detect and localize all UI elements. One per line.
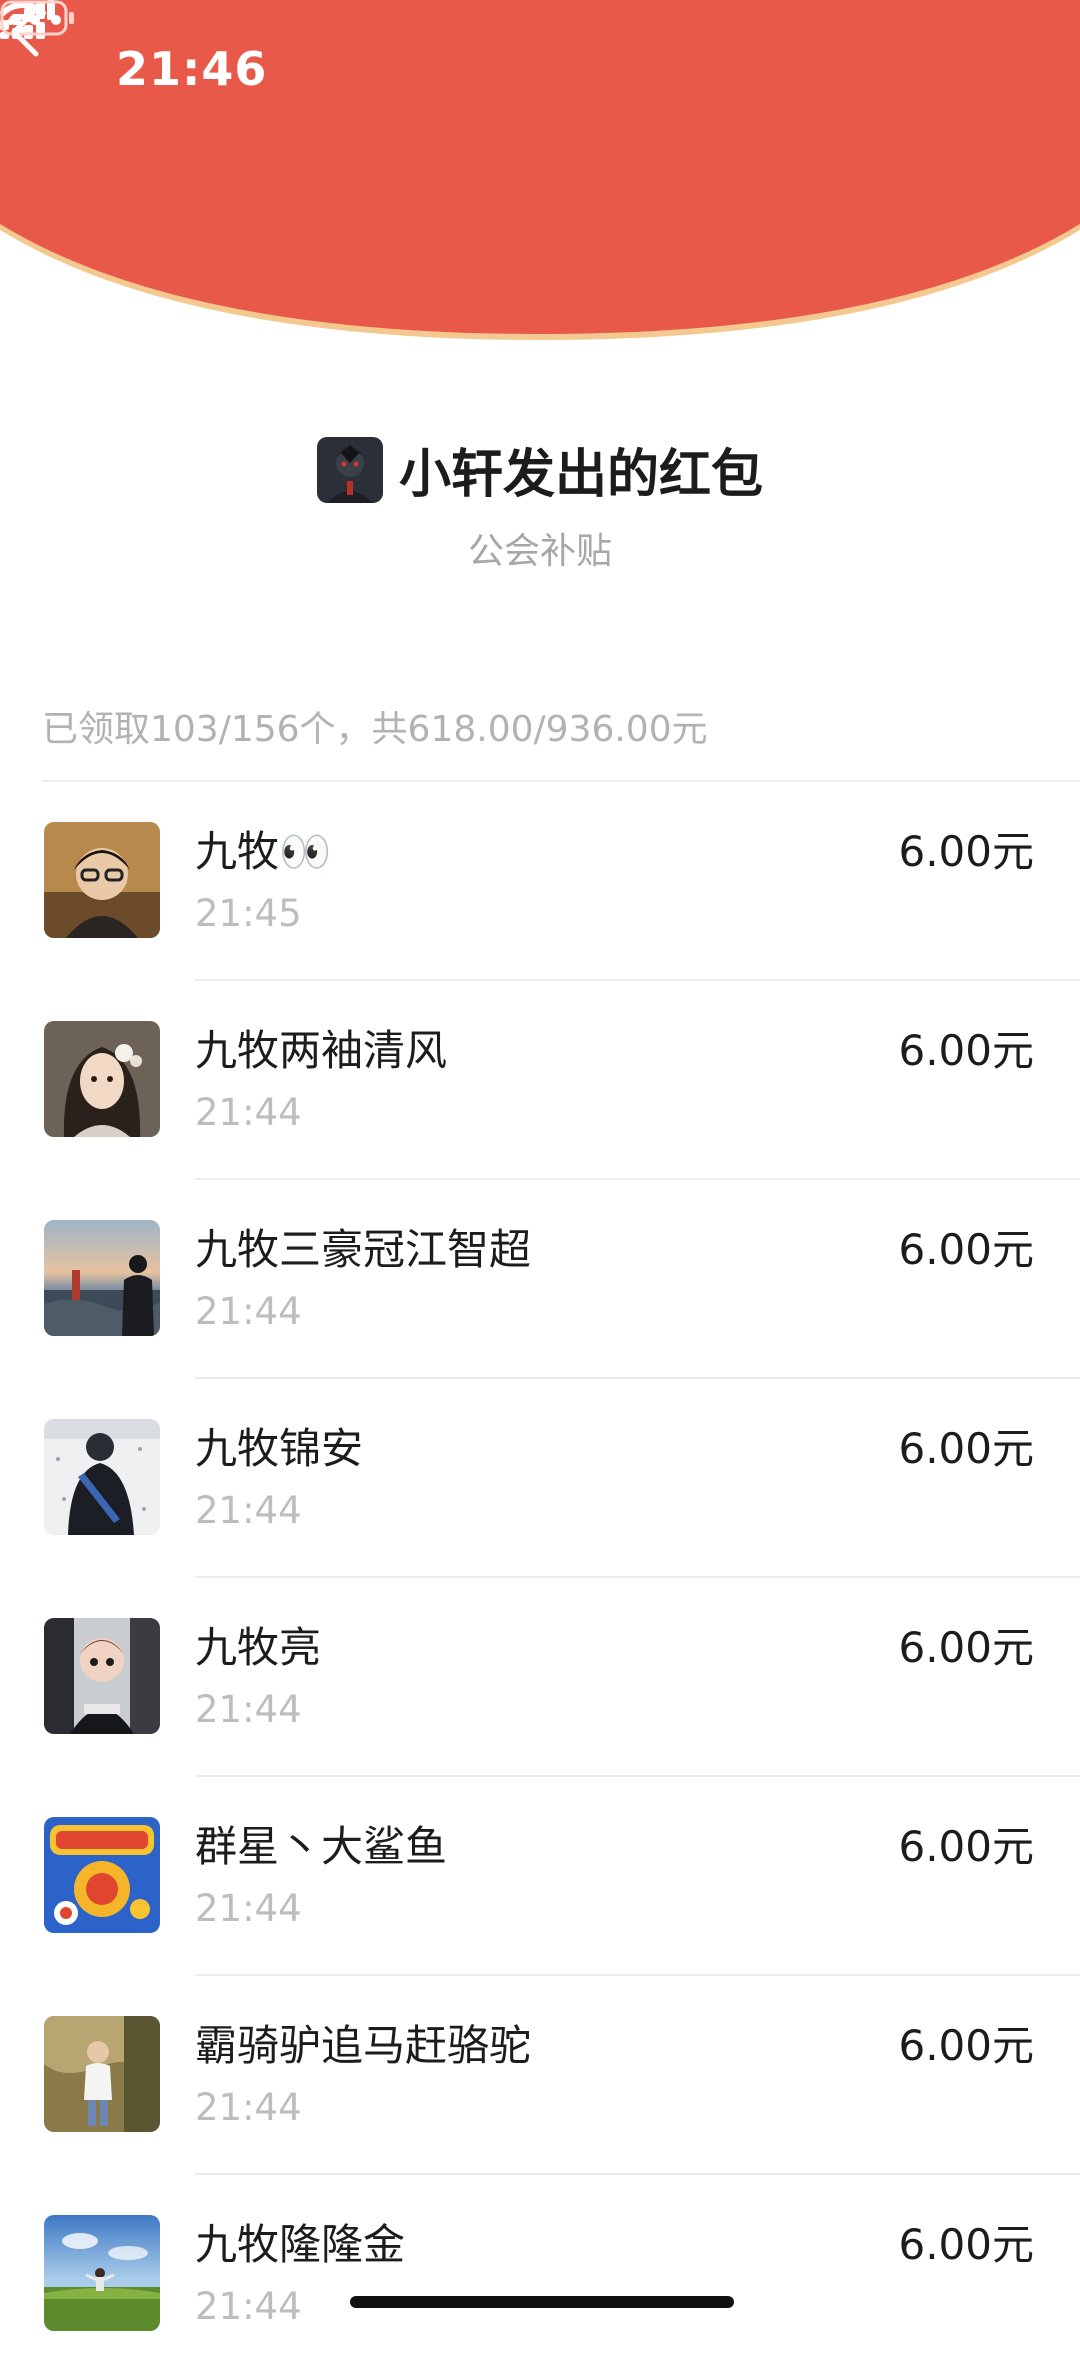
claim-amount: 6.00元 [898,1026,1034,1075]
list-item[interactable]: 九牧隆隆金 21:44 6.00元 [0,2175,1080,2374]
list-item[interactable]: 九牧👀 21:45 6.00元 [0,782,1080,981]
list-item[interactable]: 九牧三豪冠江智超 21:44 6.00元 [0,1180,1080,1379]
recipient-avatar[interactable] [44,822,160,938]
list-item[interactable]: 九牧两袖清风 21:44 6.00元 [0,981,1080,1180]
sender-row: 小轩发出的红包 [0,432,1080,507]
claim-amount: 6.00元 [898,1623,1034,1672]
recipient-name: 九牧三豪冠江智超 [195,1225,532,1274]
recipient-avatar[interactable] [44,1618,160,1734]
claim-time: 21:44 [195,1688,302,1731]
claim-amount: 6.00元 [898,2220,1034,2269]
recipient-avatar[interactable] [44,1021,160,1137]
blessing-text: 公会补贴 [467,531,612,572]
more-options-icon[interactable] [0,0,70,40]
recipient-name: 九牧👀 [195,827,332,876]
recipient-name: 霸骑驴追马赶骆驼 [195,2021,532,2070]
claim-amount: 6.00元 [898,2021,1034,2070]
recipient-name: 九牧两袖清风 [195,1026,448,1075]
claim-time: 21:44 [195,1489,302,1532]
recipient-name: 九牧锦安 [195,1424,364,1473]
sender-avatar[interactable] [316,436,383,503]
claim-amount: 6.00元 [898,1424,1034,1473]
claim-time: 21:44 [195,2086,302,2129]
recipient-name: 九牧隆隆金 [195,2220,406,2269]
recipient-avatar[interactable] [44,1817,160,1933]
list-item[interactable]: 霸骑驴追马赶骆驼 21:44 6.00元 [0,1976,1080,2175]
claim-amount: 6.00元 [898,1225,1034,1274]
claim-time: 21:44 [195,1887,302,1930]
claim-time: 21:45 [195,892,302,935]
status-time: 21:46 [116,42,268,96]
list-item[interactable]: 群星丶大鲨鱼 21:44 6.00元 [0,1777,1080,1976]
claim-amount: 6.00元 [898,1822,1034,1871]
claim-amount: 6.00元 [898,827,1034,876]
recipient-name: 九牧亮 [195,1623,322,1672]
home-indicator[interactable] [350,2296,734,2308]
list-item[interactable]: 九牧锦安 21:44 6.00元 [0,1379,1080,1578]
claim-time: 21:44 [195,2285,302,2328]
recipient-avatar[interactable] [44,2215,160,2331]
recipient-list: 九牧👀 21:45 6.00元 九牧两袖清风 21:44 6.00元 九牧三豪冠… [0,782,1080,2374]
recipient-avatar[interactable] [44,1220,160,1336]
claim-summary: 已领取103/156个，共618.00/936.00元 [42,709,708,750]
sender-title: 小轩发出的红包 [398,445,763,505]
recipient-avatar[interactable] [44,1419,160,1535]
recipient-name: 群星丶大鲨鱼 [195,1822,448,1871]
list-item[interactable]: 九牧亮 21:44 6.00元 [0,1578,1080,1777]
recipient-avatar[interactable] [44,2016,160,2132]
claim-time: 21:44 [195,1290,302,1333]
red-envelope-header: 21:46 [0,0,1080,340]
claim-time: 21:44 [195,1091,302,1134]
